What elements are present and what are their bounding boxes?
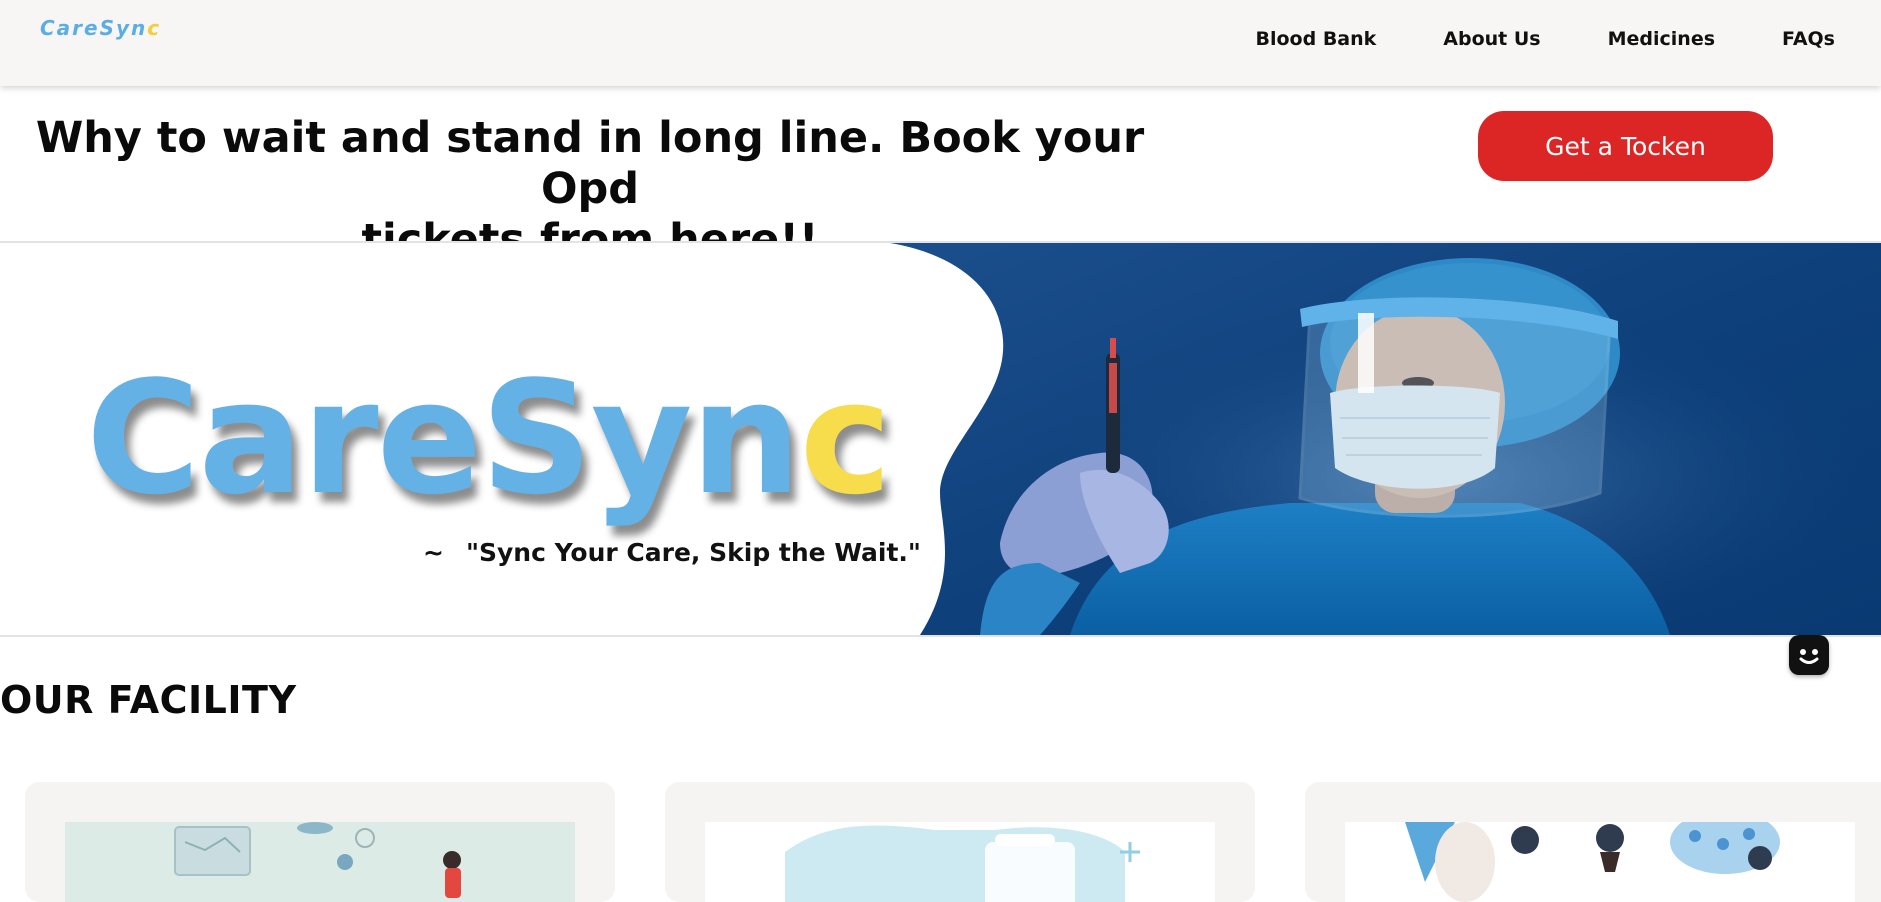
brand-wordmark: CareSync <box>86 353 892 523</box>
brand-wordmark-accent: c <box>799 347 892 529</box>
tagline-text: "Sync Your Care, Skip the Wait." <box>465 538 921 567</box>
tagline-prefix: ~ <box>423 538 444 567</box>
nav-link-medicines[interactable]: Medicines <box>1608 28 1715 50</box>
people-pills-illustration <box>1345 822 1855 902</box>
top-navbar: CareSync Blood Bank About Us Medicines F… <box>0 0 1881 86</box>
nav-link-about-us[interactable]: About Us <box>1443 28 1540 50</box>
lab-doctors-illustration <box>65 822 575 902</box>
brand-logo-large: CareSync <box>86 353 906 523</box>
facility-card[interactable] <box>25 782 615 902</box>
brand-wordmark-main: CareSyn <box>86 347 802 529</box>
headline-line-1: Why to wait and stand in long line. Book… <box>35 113 1145 214</box>
logo-text: CareSyn <box>40 16 148 40</box>
chat-bot-icon[interactable] <box>1789 635 1829 675</box>
get-token-button[interactable]: Get a Tocken <box>1478 111 1773 181</box>
logo-accent: c <box>147 16 162 40</box>
banner-tagline: ~ "Sync Your Care, Skip the Wait." <box>423 538 921 567</box>
facility-card-image <box>65 822 575 902</box>
facility-card[interactable] <box>665 782 1255 902</box>
facility-card[interactable] <box>1305 782 1881 902</box>
nav-link-blood-bank[interactable]: Blood Bank <box>1256 28 1377 50</box>
medical-clipboard-illustration <box>705 822 1215 902</box>
facility-card-image <box>1345 822 1855 902</box>
section-title-our-facility: OUR FACILITY <box>0 678 297 722</box>
facility-card-image <box>705 822 1215 902</box>
nav-link-faqs[interactable]: FAQs <box>1782 28 1835 50</box>
main-nav: Blood Bank About Us Medicines FAQs <box>1256 28 1836 50</box>
hero-banner: CareSync ~ "Sync Your Care, Skip the Wait… <box>0 241 1881 637</box>
site-logo[interactable]: CareSync <box>40 16 161 40</box>
